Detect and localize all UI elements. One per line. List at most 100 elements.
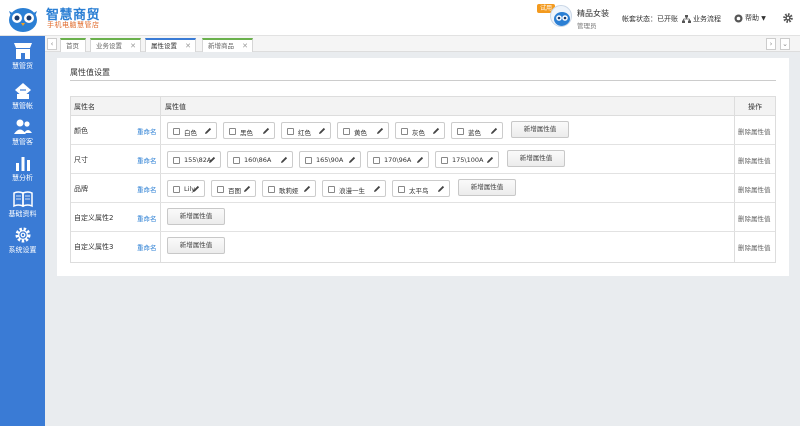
user-role: 管理员: [577, 22, 597, 30]
delete-attribute-value-link[interactable]: 删除属性值: [738, 126, 771, 136]
pencil-icon[interactable]: [208, 156, 216, 164]
attribute-value-chip: 170\96A: [367, 151, 429, 168]
delete-attribute-value-link[interactable]: 删除属性值: [738, 242, 771, 252]
pencil-icon[interactable]: [192, 185, 200, 193]
value-checkbox[interactable]: [173, 185, 180, 193]
sidebar-item-label: 慧管帐: [12, 102, 33, 110]
pencil-icon[interactable]: [373, 185, 381, 193]
store-name[interactable]: 精品女装: [577, 8, 609, 19]
rename-link[interactable]: 重命名: [137, 213, 157, 223]
help-label: 帮助: [745, 14, 759, 22]
value-checkbox[interactable]: [457, 127, 464, 135]
gear-icon[interactable]: [782, 12, 794, 24]
lifebuoy-icon: [734, 14, 743, 22]
business-flow-link[interactable]: 业务流程: [682, 14, 721, 24]
value-label: 175\100A: [452, 156, 484, 164]
value-checkbox[interactable]: [398, 185, 405, 193]
column-header-values: 属性值: [165, 103, 186, 111]
add-attribute-value-button[interactable]: 新增属性值: [167, 237, 225, 254]
attribute-value-chip: 浪漫一生: [322, 180, 386, 197]
value-checkbox[interactable]: [373, 156, 380, 164]
rename-link[interactable]: 重命名: [137, 184, 157, 194]
bar-chart-icon: [15, 157, 30, 171]
value-label: 灰色: [412, 129, 425, 137]
sidebar-item-basic-data[interactable]: 基础资料: [0, 188, 45, 226]
rename-link[interactable]: 重命名: [137, 126, 157, 136]
add-attribute-value-button[interactable]: 新增属性值: [167, 208, 225, 225]
ledger-icon: [14, 83, 31, 99]
value-checkbox[interactable]: [173, 156, 180, 164]
column-header-ops: 操作: [748, 103, 762, 111]
sidebar-item-analysis[interactable]: 慧分析: [0, 152, 45, 190]
value-checkbox[interactable]: [173, 127, 180, 135]
tabs-menu-chevron-down-icon[interactable]: ⌄: [780, 38, 790, 50]
value-checkbox[interactable]: [217, 185, 224, 193]
value-checkbox[interactable]: [233, 156, 240, 164]
attribute-name: 尺寸: [74, 156, 88, 164]
rename-link[interactable]: 重命名: [137, 155, 157, 165]
value-checkbox[interactable]: [328, 185, 335, 193]
close-icon[interactable]: ✕: [185, 40, 191, 52]
pencil-icon[interactable]: [303, 185, 311, 193]
pencil-icon[interactable]: [348, 156, 356, 164]
value-checkbox[interactable]: [305, 156, 312, 164]
delete-attribute-value-link[interactable]: 删除属性值: [738, 184, 771, 194]
add-attribute-value-button[interactable]: 新增属性值: [458, 179, 516, 196]
table-header: 属性名 属性值 操作: [71, 97, 775, 116]
pencil-icon[interactable]: [416, 156, 424, 164]
help-menu[interactable]: 帮助 ▼: [734, 13, 766, 23]
value-checkbox[interactable]: [441, 156, 448, 164]
tab-home[interactable]: 首页: [60, 38, 86, 52]
close-icon[interactable]: ✕: [130, 40, 136, 52]
pencil-icon[interactable]: [204, 127, 212, 135]
pencil-icon[interactable]: [432, 127, 440, 135]
value-checkbox[interactable]: [268, 185, 275, 193]
attribute-value-chip: 百图: [211, 180, 256, 197]
table-row: 颜色 重命名 白色 黑色 红色 黄色 灰色 蓝色 新增属性值 删除属性值: [71, 116, 775, 145]
delete-attribute-value-link[interactable]: 删除属性值: [738, 213, 771, 223]
sidebar-item-label: 基础资料: [8, 210, 37, 218]
tab-business-settings[interactable]: 业务设置 ✕: [90, 38, 141, 52]
tab-new-product[interactable]: 新增商品 ✕: [202, 38, 253, 52]
sidebar-item-goods[interactable]: 慧管货: [0, 40, 45, 78]
value-label: 歌莉娅: [279, 187, 299, 195]
tabs-scroll-left-icon[interactable]: ‹: [47, 38, 57, 50]
pencil-icon[interactable]: [262, 127, 270, 135]
avatar[interactable]: [550, 5, 572, 27]
pencil-icon[interactable]: [376, 127, 384, 135]
attribute-value-chip: 红色: [281, 122, 331, 139]
sidebar-item-accounts[interactable]: 慧管帐: [0, 80, 45, 118]
value-label: 黑色: [240, 129, 253, 137]
pencil-icon[interactable]: [318, 127, 326, 135]
value-label: 165\90A: [316, 156, 344, 164]
account-status: 帐套状态：已开账: [622, 15, 678, 23]
value-checkbox[interactable]: [287, 127, 294, 135]
attribute-table: 属性名 属性值 操作 颜色 重命名 白色 黑色 红色 黄色 灰色 蓝色 新增属性值 删除属性值 尺寸…: [70, 96, 776, 263]
book-icon: [12, 191, 33, 208]
tab-attribute-settings[interactable]: 属性设置 ✕: [145, 38, 196, 52]
value-checkbox[interactable]: [401, 127, 408, 135]
pencil-icon[interactable]: [486, 156, 494, 164]
attribute-value-chip: 白色: [167, 122, 217, 139]
pencil-icon[interactable]: [437, 185, 445, 193]
top-header: 智慧商贸 手机电脑慧管店 试用 精品女装 管理员 帐套状态：已开账 业务流程 帮…: [0, 0, 800, 36]
add-attribute-value-button[interactable]: 新增属性值: [507, 150, 565, 167]
caret-down-icon: ▼: [761, 15, 766, 22]
rename-link[interactable]: 重命名: [137, 242, 157, 252]
tabs-scroll-right-icon[interactable]: ›: [766, 38, 776, 50]
pencil-icon[interactable]: [490, 127, 498, 135]
delete-attribute-value-link[interactable]: 删除属性值: [738, 155, 771, 165]
attribute-value-chip: Lily: [167, 180, 205, 197]
value-checkbox[interactable]: [229, 127, 236, 135]
value-label: 黄色: [354, 129, 367, 137]
tabs-bar: ‹ 首页 业务设置 ✕ 属性设置 ✕ 新增商品 ✕ › ⌄: [45, 36, 800, 52]
add-attribute-value-button[interactable]: 新增属性值: [511, 121, 569, 138]
pencil-icon[interactable]: [280, 156, 288, 164]
attribute-value-chip: 灰色: [395, 122, 445, 139]
sidebar-item-customers[interactable]: 慧管客: [0, 116, 45, 154]
attribute-name: 自定义属性3: [74, 243, 114, 251]
value-checkbox[interactable]: [343, 127, 350, 135]
pencil-icon[interactable]: [243, 185, 251, 193]
sidebar-item-system-settings[interactable]: 系统设置: [0, 224, 45, 262]
close-icon[interactable]: ✕: [242, 40, 248, 52]
